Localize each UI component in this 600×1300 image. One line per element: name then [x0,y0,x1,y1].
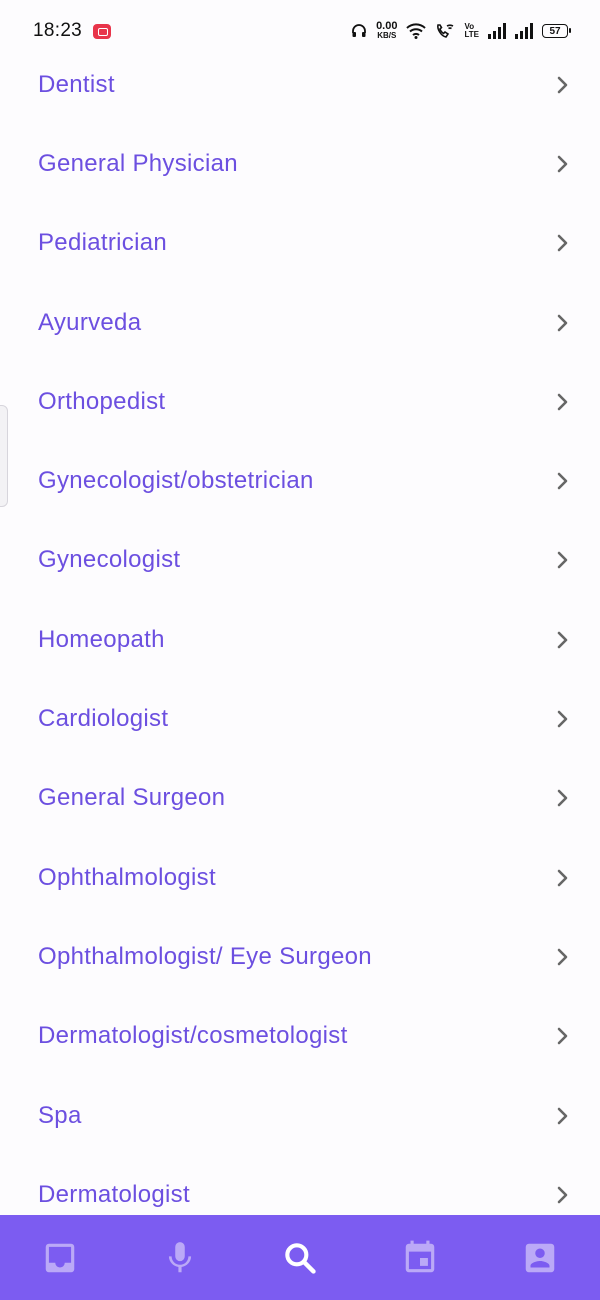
specialty-list-item[interactable]: Orthopedist [0,362,600,441]
signal-2-icon [515,23,533,39]
chevron-right-icon [557,631,568,649]
specialty-list-item[interactable]: Dermatologist/cosmetologist [0,997,600,1076]
screen-record-icon [93,23,112,39]
network-speed: 0.00 KB/S [376,20,398,41]
chevron-right-icon [557,314,568,331]
specialty-list-item[interactable]: General Surgeon [0,759,600,838]
specialty-label: Gynecologist [38,546,181,574]
specialty-list-item[interactable]: Gynecologist/obstetrician [0,441,600,520]
specialty-label: General Surgeon [38,784,226,812]
chevron-right-icon [557,869,568,886]
nav-inbox-button[interactable] [30,1228,90,1288]
chevron-right-icon [557,76,568,93]
volte-bottom: LTE [464,30,479,39]
network-speed-unit: KB/S [377,31,397,40]
profile-icon [525,1243,555,1272]
network-speed-value: 0.00 [376,20,398,32]
nav-voice-button[interactable] [150,1228,210,1288]
specialty-list-item[interactable]: General Physician [0,124,600,203]
specialty-label: Ophthalmologist [38,863,216,891]
specialty-list-item[interactable]: Pediatrician [0,204,600,283]
specialty-list-item[interactable]: Ophthalmologist/ Eye Surgeon [0,917,600,996]
specialty-label: Homeopath [38,625,165,653]
chevron-right-icon [557,1186,568,1204]
headphones-icon [352,24,366,37]
chevron-right-icon [557,155,568,173]
specialty-label: Ayurveda [38,308,142,336]
battery-level: 57 [549,25,561,37]
status-icons: 0.00 KB/S Vo LTE 57 [351,20,571,41]
specialty-label: Cardiologist [38,705,169,733]
specialty-list-item[interactable]: Cardiologist [0,679,600,758]
specialty-label: Dentist [38,70,115,98]
specialty-label: Dermatologist/cosmetologist [38,1022,348,1050]
specialty-list-item[interactable]: Ayurveda [0,283,600,362]
chevron-right-icon [557,1027,568,1045]
specialty-label: Dermatologist [38,1180,190,1208]
specialty-list-item[interactable]: Homeopath [0,600,600,679]
chevron-right-icon [557,948,568,966]
specialty-label: Ophthalmologist/ Eye Surgeon [38,942,372,970]
nav-profile-button[interactable] [510,1228,570,1288]
chevron-right-icon [557,710,568,728]
chevron-right-icon [557,393,568,411]
status-time: 18:23 [33,20,83,41]
volte-indicator: Vo LTE [464,23,479,39]
specialty-list-item[interactable]: Spa [0,1076,600,1155]
search-icon [285,1242,316,1274]
specialty-list: Dentist General Physician Pediatrician A… [0,45,600,1234]
chevron-right-icon [557,552,568,569]
wifi-icon [406,23,427,39]
nav-calendar-button[interactable] [390,1228,450,1288]
specialty-label: Pediatrician [38,229,168,257]
battery-icon: 57 [542,24,571,38]
inbox-icon [45,1243,75,1272]
signal-1-icon [488,23,506,39]
app-screen: 18:23 0.00 KB/S Vo LTE 57 Dentist Genera… [0,0,600,1300]
specialty-label: Orthopedist [38,387,166,415]
specialty-label: Spa [38,1101,82,1129]
specialty-label: General Physician [38,149,238,177]
chevron-right-icon [557,1107,568,1124]
microphone-icon [168,1241,192,1272]
nav-search-button[interactable] [270,1228,330,1288]
calendar-icon [405,1240,435,1272]
specialty-label: Gynecologist/obstetrician [38,467,314,495]
chevron-right-icon [557,790,568,807]
specialty-list-item[interactable]: Dentist [0,45,600,124]
specialty-list-item[interactable]: Gynecologist [0,521,600,600]
specialty-list-item[interactable]: Ophthalmologist [0,838,600,917]
chevron-right-icon [557,234,568,252]
chevron-right-icon [557,472,568,490]
wifi-calling-icon [437,24,454,38]
bottom-navigation [0,1215,600,1300]
